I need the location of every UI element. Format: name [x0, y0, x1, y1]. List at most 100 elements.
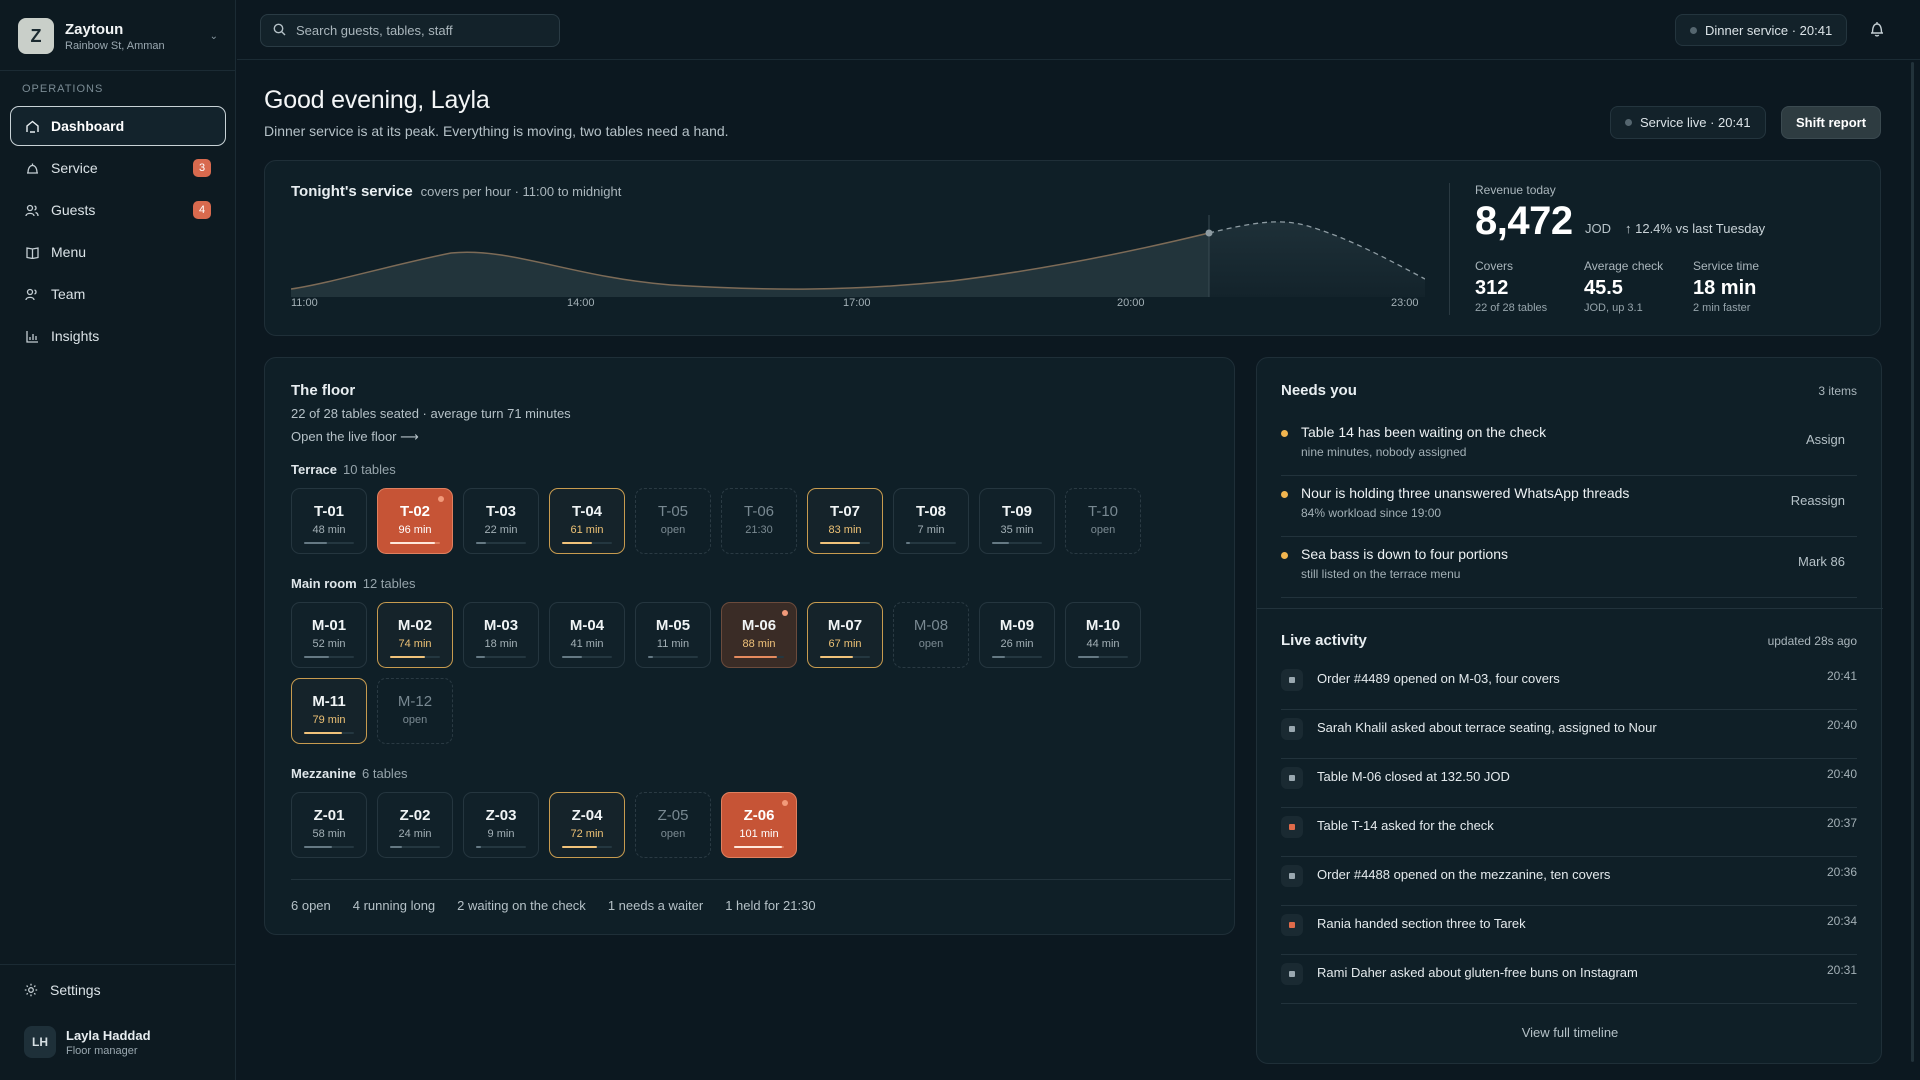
table-code: Z-01 — [313, 807, 345, 824]
table-z-02[interactable]: Z-02 24 min — [377, 792, 453, 858]
table-code: M-11 — [312, 693, 346, 710]
activity-item[interactable]: Table T-14 asked for the check 20:37 — [1281, 808, 1857, 857]
sidebar-item-insights[interactable]: Insights — [10, 316, 226, 356]
user-profile[interactable]: LH Layla Haddad Floor manager — [24, 1026, 151, 1058]
table-m-07[interactable]: M-07 67 min — [807, 602, 883, 668]
mark-86-button[interactable]: Mark 86 — [1798, 554, 1845, 569]
table-time: 96 min — [398, 524, 432, 536]
table-t-04[interactable]: T-04 61 min — [549, 488, 625, 554]
summary-held[interactable]: 1 held for 21:30 — [725, 898, 815, 913]
activity-item[interactable]: Rami Daher asked about gluten-free buns … — [1281, 955, 1857, 1004]
scrollbar[interactable] — [1911, 62, 1914, 1062]
table-m-08[interactable]: M-08 open — [893, 602, 969, 668]
activity-text: Table T-14 asked for the check — [1317, 818, 1494, 833]
table-z-06[interactable]: Z-06 101 min — [721, 792, 797, 858]
activity-text: Table M-06 closed at 132.50 JOD — [1317, 769, 1510, 784]
summary-waiting-check[interactable]: 2 waiting on the check — [457, 898, 586, 913]
activity-time: 20:34 — [1826, 914, 1857, 928]
reassign-button[interactable]: Reassign — [1791, 493, 1845, 508]
table-time: 79 min — [312, 714, 346, 726]
sidebar-settings[interactable]: Settings — [24, 982, 101, 998]
service-subtitle: covers per hour · 11:00 to midnight — [420, 184, 622, 199]
table-m-06[interactable]: M-06 88 min — [721, 602, 797, 668]
zone-main-room: Main room 12 tables — [291, 576, 416, 591]
table-progress — [992, 542, 1042, 544]
table-t-01[interactable]: T-01 48 min — [291, 488, 367, 554]
search-box[interactable] — [260, 14, 560, 47]
table-t-08[interactable]: T-08 7 min — [893, 488, 969, 554]
activity-text: Sarah Khalil asked about terrace seating… — [1317, 720, 1657, 735]
table-t-05[interactable]: T-05 open — [635, 488, 711, 554]
table-m-10[interactable]: M-10 44 min — [1065, 602, 1141, 668]
open-live-floor-link[interactable]: Open the live floor ⟶ — [291, 429, 419, 445]
kpi-service-time: Service time 18 min 2 min faster — [1693, 259, 1760, 314]
table-z-04[interactable]: Z-04 72 min — [549, 792, 625, 858]
needs-item: Sea bass is down to four portions still … — [1281, 538, 1857, 598]
x-tick: 20:00 — [1117, 297, 1145, 309]
table-t-10[interactable]: T-10 open — [1065, 488, 1141, 554]
table-code: M-10 — [1085, 617, 1121, 634]
activity-time: 20:36 — [1826, 865, 1857, 879]
table-progress — [562, 542, 612, 544]
summary-open[interactable]: 6 open — [291, 898, 331, 913]
table-m-05[interactable]: M-05 11 min — [635, 602, 711, 668]
floor-card: The floor 22 of 28 tables seated · avera… — [264, 357, 1235, 935]
table-code: Z-02 — [399, 807, 431, 824]
sidebar-item-team[interactable]: Team — [10, 274, 226, 314]
table-m-09[interactable]: M-09 26 min — [979, 602, 1055, 668]
table-z-05[interactable]: Z-05 open — [635, 792, 711, 858]
x-tick: 23:00 — [1391, 297, 1419, 309]
sidebar-item-service[interactable]: Service 3 — [10, 148, 226, 188]
book-icon — [25, 245, 39, 259]
activity-time: 20:40 — [1826, 718, 1857, 732]
summary-running-long[interactable]: 4 running long — [353, 898, 435, 913]
chart-area-forecast — [1209, 221, 1425, 297]
summary-needs-waiter[interactable]: 1 needs a waiter — [608, 898, 703, 913]
table-time: 24 min — [398, 828, 432, 840]
zone-terrace: Terrace 10 tables — [291, 462, 396, 477]
table-m-11[interactable]: M-11 79 min — [291, 678, 367, 744]
sidebar-item-menu[interactable]: Menu — [10, 232, 226, 272]
activity-text: Rania handed section three to Tarek — [1317, 916, 1526, 931]
divider — [1257, 608, 1883, 609]
table-m-04[interactable]: M-04 41 min — [549, 602, 625, 668]
activity-type-icon — [1281, 669, 1303, 691]
table-m-12[interactable]: M-12 open — [377, 678, 453, 744]
brand-switcher[interactable]: Z Zaytoun Rainbow St, Amman ⌄ — [18, 17, 218, 55]
table-progress — [562, 656, 612, 658]
needs-count: 3 items — [1818, 384, 1857, 398]
assign-button[interactable]: Assign — [1806, 432, 1845, 447]
view-full-timeline-link[interactable]: View full timeline — [1257, 1025, 1883, 1040]
table-z-01[interactable]: Z-01 58 min — [291, 792, 367, 858]
activity-item[interactable]: Rania handed section three to Tarek 20:34 — [1281, 906, 1857, 955]
table-t-07[interactable]: T-07 83 min — [807, 488, 883, 554]
table-m-02[interactable]: M-02 74 min — [377, 602, 453, 668]
table-m-03[interactable]: M-03 18 min — [463, 602, 539, 668]
dinner-service-pill[interactable]: Dinner service · 20:41 — [1675, 14, 1848, 46]
activity-item[interactable]: Sarah Khalil asked about terrace seating… — [1281, 710, 1857, 759]
table-time: 35 min — [1000, 524, 1034, 536]
shift-report-button[interactable]: Shift report — [1781, 106, 1881, 139]
table-progress — [476, 846, 526, 848]
table-time: open — [660, 828, 686, 840]
dinner-service-label: Dinner service · 20:41 — [1705, 22, 1833, 38]
search-input[interactable] — [296, 23, 536, 38]
user-name: Layla Haddad — [66, 1027, 151, 1043]
sidebar-item-guests[interactable]: Guests 4 — [10, 190, 226, 230]
table-progress — [304, 542, 354, 544]
table-t-09[interactable]: T-09 35 min — [979, 488, 1055, 554]
sidebar-item-dashboard[interactable]: Dashboard — [10, 106, 226, 146]
table-time: 22 min — [484, 524, 518, 536]
team-icon — [25, 287, 39, 301]
activity-item[interactable]: Table M-06 closed at 132.50 JOD 20:40 — [1281, 759, 1857, 808]
activity-item[interactable]: Order #4489 opened on M-03, four covers 2… — [1281, 661, 1857, 710]
notification-bell-icon[interactable] — [1869, 20, 1887, 38]
activity-item[interactable]: Order #4488 opened on the mezzanine, ten… — [1281, 857, 1857, 906]
table-t-03[interactable]: T-03 22 min — [463, 488, 539, 554]
table-t-06[interactable]: T-06 21:30 — [721, 488, 797, 554]
table-m-01[interactable]: M-01 52 min — [291, 602, 367, 668]
table-t-02[interactable]: T-02 96 min — [377, 488, 453, 554]
table-code: M-05 — [655, 617, 691, 634]
table-time: 26 min — [1000, 638, 1034, 650]
table-z-03[interactable]: Z-03 9 min — [463, 792, 539, 858]
